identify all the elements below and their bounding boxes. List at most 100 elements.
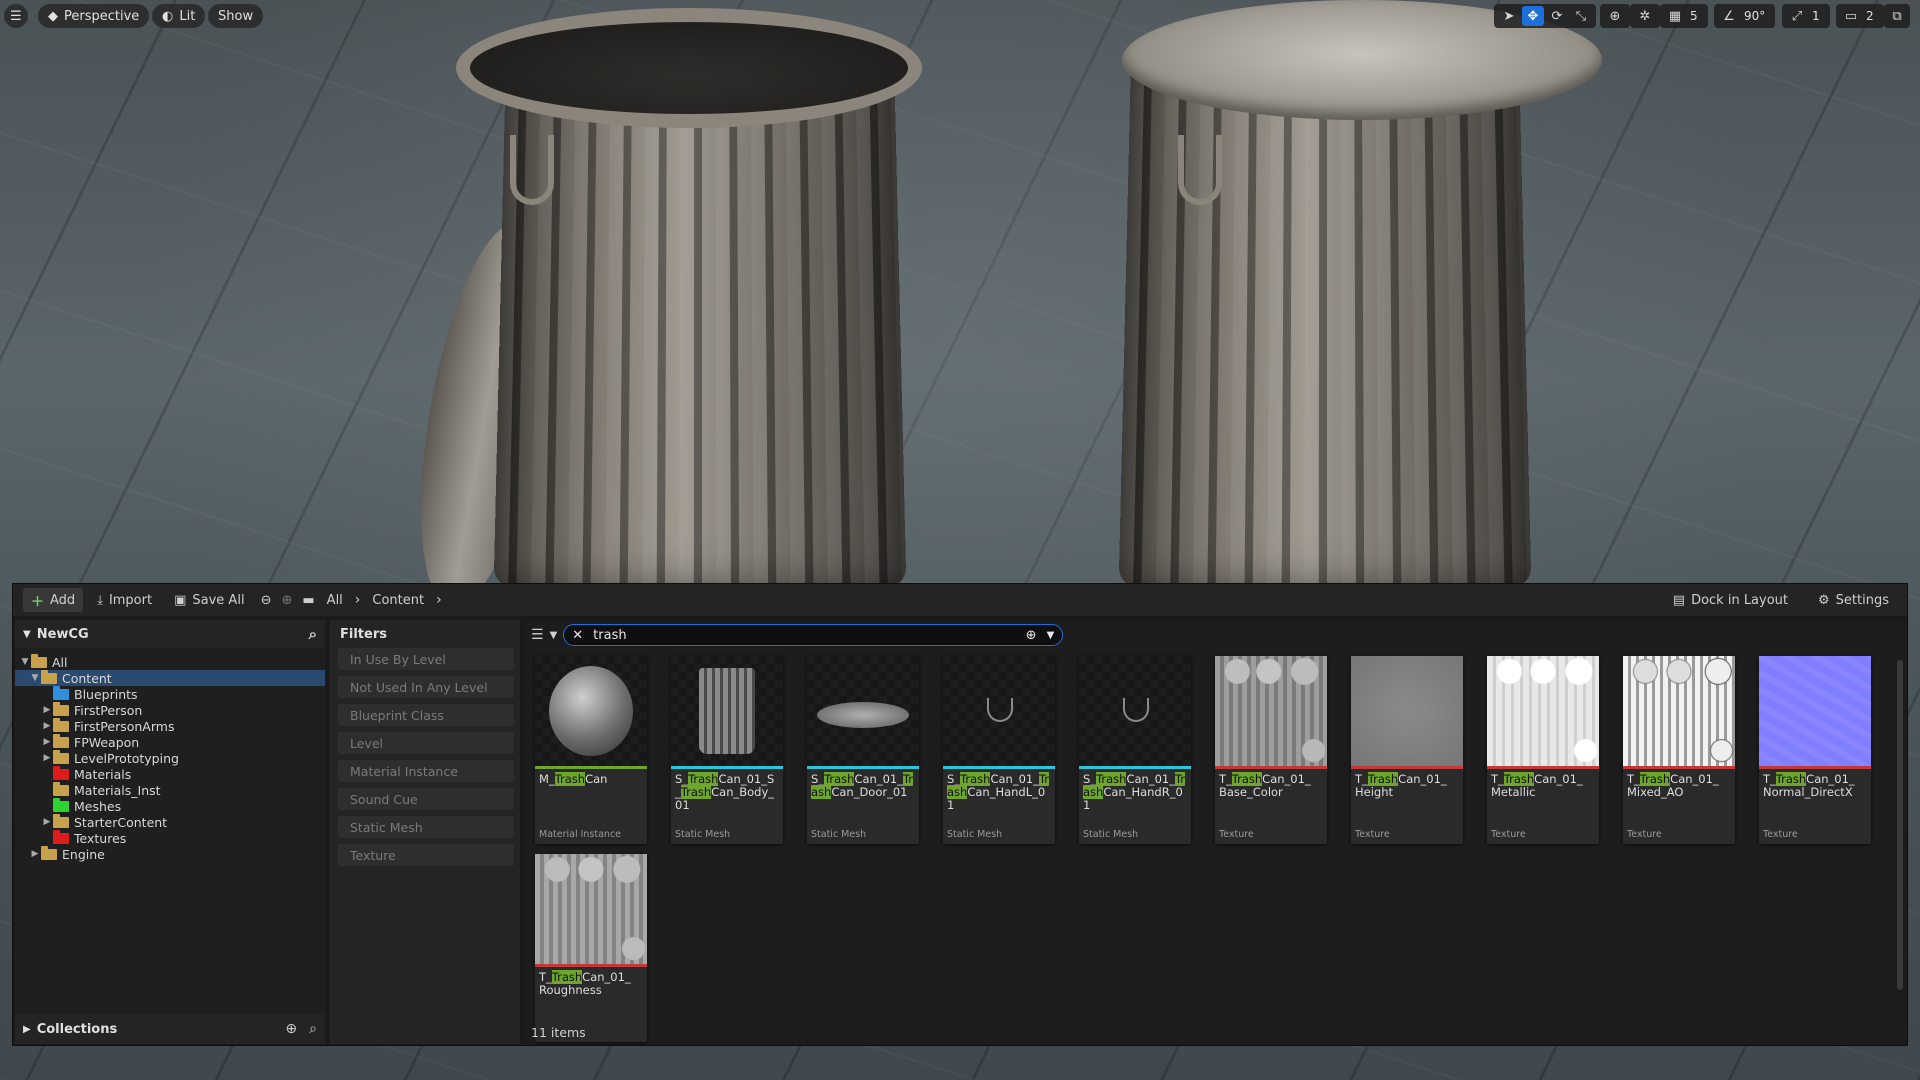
maximize-viewport-button[interactable]: ⧉ bbox=[1884, 4, 1910, 28]
asset-tile-t-roughness[interactable]: T_TrashCan_01_ Roughness bbox=[535, 854, 647, 1042]
tree-item-blueprints[interactable]: Blueprints bbox=[15, 685, 325, 702]
filter-level[interactable]: Level bbox=[338, 732, 514, 754]
asset-tile-s-trashcan-door[interactable]: S_TrashCan_01_TrashCan_Door_01 Static Me… bbox=[807, 656, 919, 844]
camera-icon: ▭ bbox=[1844, 8, 1858, 24]
folder-icon bbox=[53, 685, 69, 700]
collections-bar[interactable]: ▶ Collections ⊕ ⌕ bbox=[15, 1014, 325, 1044]
asset-thumbnail bbox=[1487, 656, 1599, 766]
collapsed-arrow-icon[interactable]: ▶ bbox=[29, 849, 41, 859]
world-local-toggle[interactable]: ⊕ bbox=[1600, 4, 1630, 28]
save-all-button[interactable]: ▣ Save All bbox=[166, 588, 252, 612]
collapsed-arrow-icon[interactable]: ▶ bbox=[41, 753, 53, 763]
collapsed-arrow-icon[interactable]: ▶ bbox=[41, 737, 53, 747]
chevron-down-icon[interactable]: ▼ bbox=[550, 630, 558, 641]
items-count: 11 items bbox=[531, 1025, 586, 1040]
filter-icon[interactable]: ☰ bbox=[531, 627, 544, 643]
rotation-snap-group[interactable]: ∠ 90° bbox=[1714, 4, 1776, 28]
collapsed-arrow-icon[interactable]: ▶ bbox=[41, 817, 53, 827]
tree-item-levelprototyping[interactable]: ▶ LevelPrototyping bbox=[15, 749, 325, 766]
asset-tile-m-trashcan[interactable]: M_TrashCan Material Instance bbox=[535, 656, 647, 844]
breadcrumb-all[interactable]: All bbox=[323, 593, 347, 608]
filter-material-instance[interactable]: Material Instance bbox=[338, 760, 514, 782]
asset-thumbnail bbox=[1623, 656, 1735, 766]
rotate-icon[interactable]: ⟳ bbox=[1546, 6, 1568, 26]
filter-texture[interactable]: Texture bbox=[338, 844, 514, 866]
lit-button[interactable]: ◐ Lit bbox=[152, 4, 206, 28]
asset-tile-s-trashcan-handr[interactable]: S_TrashCan_01_TrashCan_HandR_01 Static M… bbox=[1079, 656, 1191, 844]
folder-icon[interactable]: ▬ bbox=[300, 588, 316, 612]
expanded-arrow-icon[interactable]: ▼ bbox=[29, 673, 41, 683]
translate-icon[interactable]: ✥ bbox=[1522, 6, 1544, 26]
rotation-snap-value: 90° bbox=[1744, 9, 1766, 23]
add-collection-icon[interactable]: ⊕ bbox=[285, 1021, 297, 1037]
history-forward-button[interactable]: ⊕ bbox=[279, 588, 294, 612]
asset-tile-t-base-color[interactable]: T_TrashCan_01_ Base_Color Texture bbox=[1215, 656, 1327, 844]
trash-can-handle-right bbox=[1178, 135, 1222, 205]
grid-snap-group[interactable]: ▦ 5 bbox=[1660, 4, 1708, 28]
tree-item-materials[interactable]: Materials bbox=[15, 765, 325, 782]
breadcrumb-content[interactable]: Content bbox=[368, 593, 428, 608]
tree-item-firstperson[interactable]: ▶ FirstPerson bbox=[15, 701, 325, 718]
asset-type-label: Texture bbox=[1219, 829, 1254, 840]
asset-name: M_TrashCan bbox=[539, 772, 608, 786]
asset-tile-t-height[interactable]: T_TrashCan_01_ Height Texture bbox=[1351, 656, 1463, 844]
gear-icon: ⚙ bbox=[1818, 592, 1830, 608]
settings-button[interactable]: ⚙ Settings bbox=[1810, 588, 1897, 612]
asset-type-label: Static Mesh bbox=[1083, 829, 1139, 840]
import-button[interactable]: ⤓ Import bbox=[89, 588, 160, 612]
search-icon[interactable]: ⌕ bbox=[309, 625, 317, 643]
tree-item-firstpersonarms[interactable]: ▶ FirstPersonArms bbox=[15, 717, 325, 734]
tree-item-fpweapon[interactable]: ▶ FPWeapon bbox=[15, 733, 325, 750]
viewport-toolbar: ☰ ◆ Perspective ◐ Lit Show ➤ ✥ ⟳ ⤡ ⊕ ✲ ▦… bbox=[0, 0, 1920, 32]
tree-item-textures[interactable]: Textures bbox=[15, 829, 325, 846]
asset-thumbnail bbox=[1759, 656, 1871, 766]
camera-speed-group[interactable]: ▭ 2 bbox=[1836, 4, 1884, 28]
tree-item-engine[interactable]: ▶ Engine bbox=[15, 845, 325, 862]
asset-scrollbar[interactable] bbox=[1897, 660, 1903, 990]
clear-search-icon[interactable]: ✕ bbox=[572, 628, 583, 643]
filter-not-used-in-any-level[interactable]: Not Used In Any Level bbox=[338, 676, 514, 698]
expanded-arrow-icon[interactable]: ▼ bbox=[19, 657, 31, 667]
tree-item-content[interactable]: ▼ Content bbox=[15, 669, 325, 686]
show-button[interactable]: Show bbox=[208, 4, 264, 28]
filter-static-mesh[interactable]: Static Mesh bbox=[338, 816, 514, 838]
search-input-text[interactable]: trash bbox=[593, 628, 1015, 643]
trash-can-handle-left bbox=[510, 135, 554, 205]
tree-header[interactable]: ▼ NewCG ⌕ bbox=[15, 620, 325, 648]
filter-sound-cue[interactable]: Sound Cue bbox=[338, 788, 514, 810]
tree-item-all[interactable]: ▼ All bbox=[15, 653, 325, 670]
breadcrumb-chevron-icon[interactable]: › bbox=[353, 592, 363, 608]
chevron-down-icon[interactable]: ▼ bbox=[1047, 630, 1055, 641]
add-button[interactable]: ＋ Add bbox=[23, 588, 84, 612]
asset-type-label: Static Mesh bbox=[947, 829, 1003, 840]
history-back-button[interactable]: ⊖ bbox=[259, 588, 274, 612]
collapsed-arrow-icon[interactable]: ▶ bbox=[41, 721, 53, 731]
filter-in-use-by-level[interactable]: In Use By Level bbox=[338, 648, 514, 670]
collapsed-arrow-icon[interactable]: ▶ bbox=[41, 705, 53, 715]
asset-type-label: Texture bbox=[1355, 829, 1390, 840]
scale-icon[interactable]: ⤡ bbox=[1570, 6, 1592, 26]
folder-icon bbox=[53, 813, 69, 828]
asset-tile-t-mixed-ao[interactable]: T_TrashCan_01_ Mixed_AO Texture bbox=[1623, 656, 1735, 844]
search-input[interactable]: ✕ trash ⊕ ▼ bbox=[563, 624, 1064, 646]
search-icon[interactable]: ⌕ bbox=[309, 1021, 317, 1037]
filter-blueprint-class[interactable]: Blueprint Class bbox=[338, 704, 514, 726]
maximize-icon: ⧉ bbox=[1892, 8, 1902, 24]
tree-item-meshes[interactable]: Meshes bbox=[15, 797, 325, 814]
breadcrumb-chevron-icon[interactable]: › bbox=[434, 592, 444, 608]
asset-tile-s-trashcan-handl[interactable]: S_TrashCan_01_TrashCan_HandL_01 Static M… bbox=[943, 656, 1055, 844]
asset-tile-t-metallic[interactable]: T_TrashCan_01_ Metallic Texture bbox=[1487, 656, 1599, 844]
asset-tile-t-normal-directx[interactable]: T_TrashCan_01_ Normal_DirectX Texture bbox=[1759, 656, 1871, 844]
folder-icon bbox=[41, 669, 57, 684]
dock-in-layout-button[interactable]: ▤ Dock in Layout bbox=[1665, 588, 1796, 612]
save-search-icon[interactable]: ⊕ bbox=[1026, 628, 1037, 643]
select-arrow-icon[interactable]: ➤ bbox=[1498, 6, 1520, 26]
viewport-menu-button[interactable]: ☰ bbox=[4, 4, 28, 28]
tree-item-startercontent[interactable]: ▶ StarterContent bbox=[15, 813, 325, 830]
surface-snap-toggle[interactable]: ✲ bbox=[1630, 4, 1660, 28]
tree-item-materials-inst[interactable]: Materials_Inst bbox=[15, 781, 325, 798]
scale-snap-group[interactable]: ⤢ 1 bbox=[1782, 4, 1830, 28]
save-icon: ▣ bbox=[174, 592, 187, 608]
asset-tile-s-trashcan-body[interactable]: S_TrashCan_01_S_TrashCan_Body_01 Static … bbox=[671, 656, 783, 844]
perspective-button[interactable]: ◆ Perspective bbox=[38, 4, 150, 28]
